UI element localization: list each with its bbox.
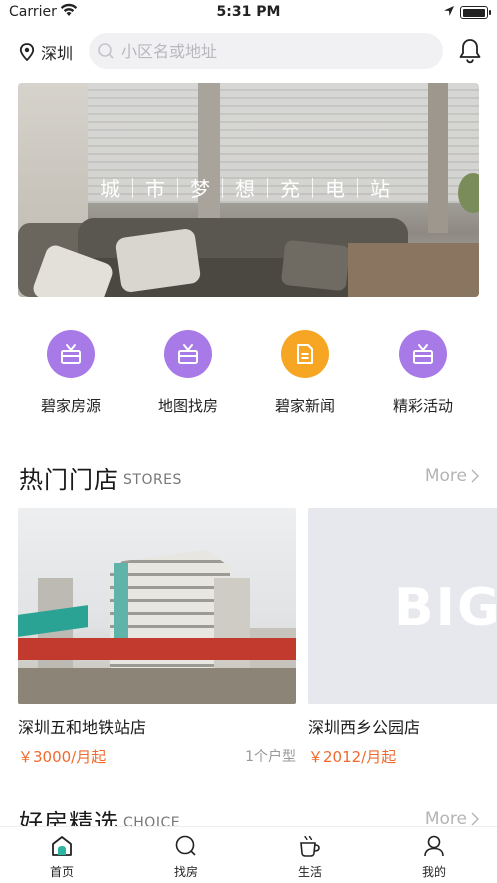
quick-nav-label: 碧家新闻 <box>274 397 335 415</box>
slogan-char: 想 <box>235 177 255 201</box>
chevron-right-icon <box>471 812 479 826</box>
store-card[interactable]: 深圳五和地铁站店 ￥3000/月起 1个户型 <box>18 508 296 767</box>
bell-icon[interactable] <box>458 38 482 64</box>
tab-life[interactable]: 生活 <box>280 833 340 880</box>
store-price: ￥3000/月起 <box>18 748 107 766</box>
slogan-divider <box>222 177 223 198</box>
slogan-divider <box>267 177 268 198</box>
tab-find-house[interactable]: 找房 <box>156 833 216 880</box>
user-icon <box>404 833 464 859</box>
location-arrow-icon <box>444 6 454 16</box>
search-bar[interactable] <box>89 33 443 69</box>
store-photo: BIG <box>308 508 497 704</box>
location-pin-icon <box>19 43 35 61</box>
status-time: 5:31 PM <box>216 4 281 20</box>
chevron-right-icon <box>471 469 479 483</box>
store-logo: BIG <box>394 578 497 638</box>
banner-pillow <box>114 227 202 294</box>
search-house-icon <box>156 833 216 859</box>
document-icon <box>281 330 329 378</box>
store-logo-text: BIG <box>394 578 497 638</box>
quick-nav-map[interactable]: 地图找房 <box>133 330 243 416</box>
tab-label: 生活 <box>297 865 322 879</box>
home-icon <box>32 833 92 859</box>
banner-table <box>348 243 479 297</box>
slogan-char: 充 <box>280 177 300 201</box>
banner-pillar <box>428 83 448 233</box>
tab-mine[interactable]: 我的 <box>404 833 464 880</box>
slogan-char: 站 <box>370 177 390 201</box>
store-price: ￥2012/月起 <box>308 748 397 766</box>
store-photo <box>18 508 296 704</box>
section-subtitle: STORES <box>123 472 182 488</box>
quick-nav-events[interactable]: 精彩活动 <box>368 330 478 416</box>
quick-nav-label: 精彩活动 <box>392 397 453 415</box>
more-label: More <box>424 466 467 486</box>
gift-box-icon <box>164 330 212 378</box>
banner-slogan: 城 市 梦 想 充 电 站 <box>98 173 392 202</box>
battery-fill <box>462 8 485 17</box>
city-selector[interactable]: 深圳 <box>19 40 73 64</box>
slogan-divider <box>312 177 313 198</box>
quick-nav-listings[interactable]: 碧家房源 <box>16 330 126 416</box>
quick-nav-news[interactable]: 碧家新闻 <box>250 330 360 416</box>
store-meta: ￥2012/月起 <box>308 746 497 767</box>
status-bar: Carrier 5:31 PM <box>0 0 497 26</box>
slogan-char: 电 <box>325 177 345 201</box>
banner-pillow <box>280 239 351 292</box>
search-header: 深圳 <box>0 32 497 70</box>
slogan-divider <box>357 177 358 198</box>
store-name: 深圳西乡公园店 <box>308 718 421 737</box>
city-label: 深圳 <box>41 44 74 63</box>
search-icon <box>98 43 114 59</box>
quick-nav: 碧家房源 地图找房 碧家新闻 精彩活动 <box>0 330 497 420</box>
slogan-char: 梦 <box>190 177 210 201</box>
banner-pillar <box>198 83 220 233</box>
tab-label: 我的 <box>421 865 446 879</box>
store-meta: ￥3000/月起 1个户型 <box>18 746 296 767</box>
tab-bar: 首页 找房 生活 我的 <box>0 826 497 883</box>
store-units: 1个户型 <box>245 749 296 765</box>
tab-home[interactable]: 首页 <box>32 833 92 880</box>
promo-banner[interactable]: 城 市 梦 想 充 电 站 <box>18 83 479 297</box>
battery-icon <box>460 6 491 19</box>
slogan-char: 城 <box>100 177 120 201</box>
tab-label: 找房 <box>173 865 198 879</box>
banner-plant <box>458 173 479 213</box>
store-card[interactable]: BIG 深圳西乡公园店 ￥2012/月起 <box>308 508 497 767</box>
more-link[interactable]: More <box>425 466 479 486</box>
stores-section-header: 热门门店 STORES More <box>19 460 479 494</box>
slogan-divider <box>177 177 178 198</box>
quick-nav-label: 地图找房 <box>157 397 218 415</box>
photo-street <box>18 668 296 704</box>
tab-label: 首页 <box>49 865 74 879</box>
photo-shopfront <box>18 638 296 660</box>
search-input[interactable] <box>121 41 421 61</box>
gift-box-icon <box>399 330 447 378</box>
section-title: 热门门店 <box>19 466 119 494</box>
gift-box-icon <box>47 330 95 378</box>
slogan-char: 市 <box>145 177 165 201</box>
quick-nav-label: 碧家房源 <box>40 397 101 415</box>
stores-carousel[interactable]: 深圳五和地铁站店 ￥3000/月起 1个户型 BIG 深圳西乡公园店 ￥2012… <box>18 508 497 768</box>
store-name: 深圳五和地铁站店 <box>18 718 147 737</box>
coffee-cup-icon <box>280 833 340 859</box>
slogan-divider <box>132 177 133 198</box>
